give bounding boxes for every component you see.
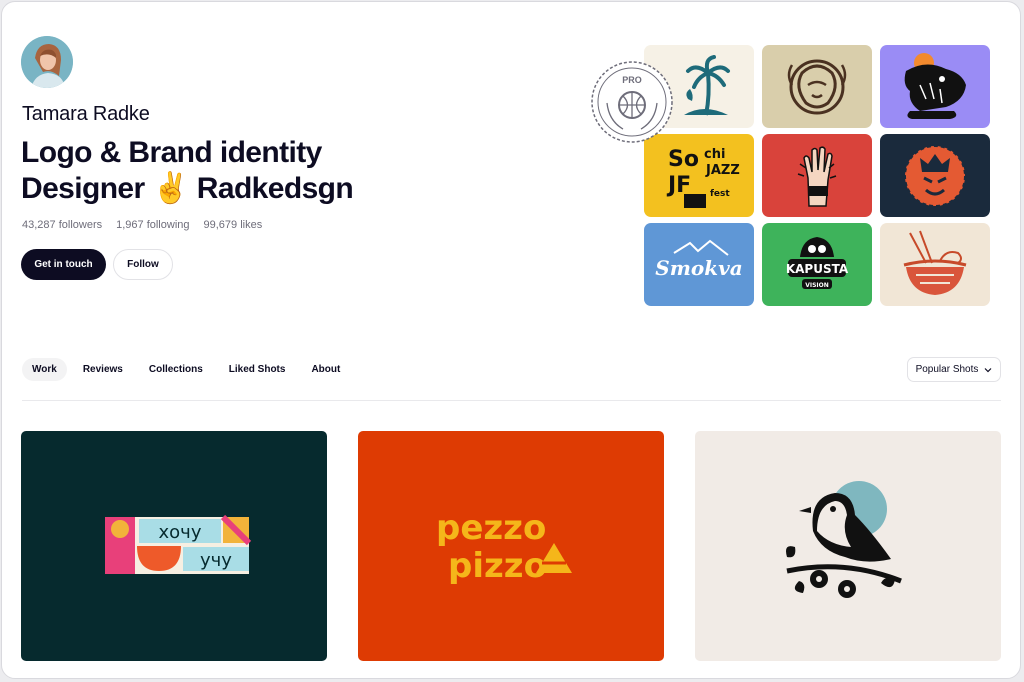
smokva-logo-icon[interactable]: Smokva <box>644 223 754 306</box>
mask-logo-icon[interactable] <box>880 134 990 217</box>
likes-count: 99,679 likes <box>203 219 263 231</box>
shot-text-line-1: хочу <box>159 522 202 543</box>
beaver-logo-icon[interactable] <box>880 45 990 128</box>
tab-reviews[interactable]: Reviews <box>73 358 133 381</box>
pro-badge: PRO <box>589 59 675 145</box>
chevron-down-icon <box>984 367 992 372</box>
avatar-image <box>21 36 73 88</box>
hochu-uchu-logo-icon: хочу учу <box>21 431 327 661</box>
follow-button[interactable]: Follow <box>113 249 173 280</box>
shot-card[interactable]: pezzo pizzo <box>358 431 664 661</box>
followers-count[interactable]: 43,287 followers <box>22 219 102 231</box>
featured-logos-grid: So chi JAZZ ЈF fest Smokva KAPUSTA VISIO… <box>644 45 992 307</box>
tab-about[interactable]: About <box>301 358 350 381</box>
hand-logo-icon[interactable] <box>762 134 872 217</box>
tabs-divider <box>22 400 1001 401</box>
svg-text:So: So <box>668 147 699 172</box>
kapusta-vision-logo-icon[interactable]: KAPUSTA VISION <box>762 223 872 306</box>
headline-line-1: Logo & Brand identity <box>21 136 322 169</box>
shot-text-line-1: pezzo <box>436 508 546 548</box>
following-count[interactable]: 1,967 following <box>116 219 189 231</box>
sochi-jazz-festival-logo-icon[interactable]: So chi JAZZ ЈF fest <box>644 134 754 217</box>
profile-page: Tamara Radke Logo & Brand identity Desig… <box>1 1 1021 679</box>
pezzo-pizzo-logo-icon: pezzo pizzo <box>358 431 664 661</box>
tab-collections[interactable]: Collections <box>139 358 213 381</box>
sort-dropdown-label: Popular Shots <box>915 364 979 375</box>
sort-dropdown[interactable]: Popular Shots <box>907 357 1001 382</box>
shot-text-line-2: учу <box>200 550 232 571</box>
profile-stats: 43,287 followers 1,967 following 99,679 … <box>22 219 262 231</box>
pro-badge-label: PRO <box>622 75 642 85</box>
shot-card[interactable]: хочу учу <box>21 431 327 661</box>
bird-on-branch-logo-icon <box>695 431 1001 661</box>
svg-text:Smokva: Smokva <box>655 256 742 280</box>
svg-text:JAZZ: JAZZ <box>705 163 740 178</box>
ramen-bowl-logo-icon[interactable] <box>880 223 990 306</box>
shot-text-line-2: pizzo <box>448 546 547 586</box>
ornamental-face-logo-icon[interactable] <box>762 45 872 128</box>
avatar[interactable] <box>21 36 73 88</box>
svg-text:KAPUSTA: KAPUSTA <box>786 262 849 276</box>
get-in-touch-button[interactable]: Get in touch <box>21 249 106 280</box>
headline-line-2: Designer ✌️ Radkedsgn <box>21 172 354 205</box>
svg-text:fest: fest <box>710 189 730 199</box>
svg-text:chi: chi <box>704 147 725 162</box>
pro-badge-icon: PRO <box>591 61 673 143</box>
shot-card[interactable] <box>695 431 1001 661</box>
tab-liked-shots[interactable]: Liked Shots <box>219 358 296 381</box>
tab-work[interactable]: Work <box>22 358 67 381</box>
profile-name: Tamara Radke <box>22 103 150 125</box>
profile-headline: Logo & Brand identity Designer ✌️ Radked… <box>21 135 441 207</box>
svg-text:VISION: VISION <box>805 282 829 289</box>
profile-tabs: Work Reviews Collections Liked Shots Abo… <box>22 358 350 381</box>
